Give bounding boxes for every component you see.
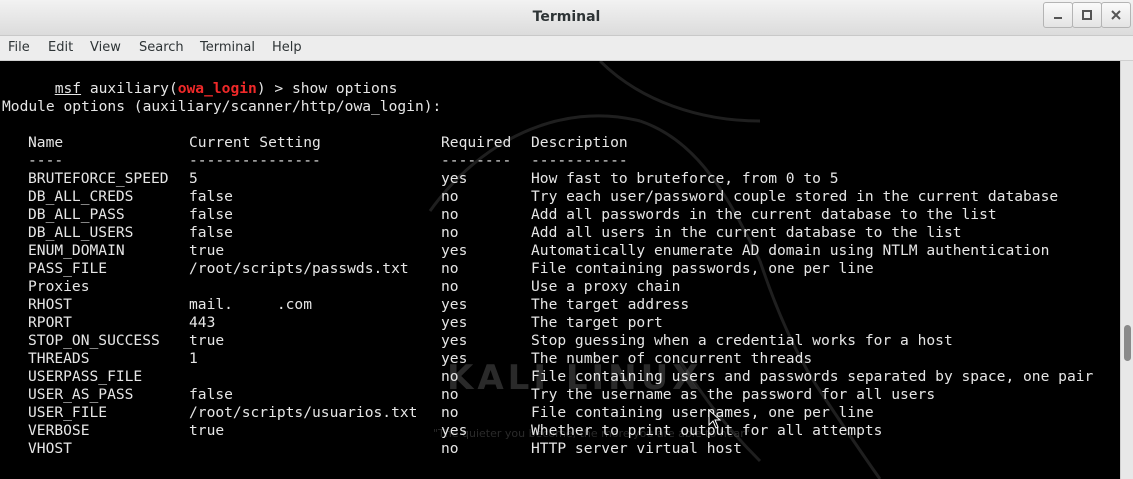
option-required: no xyxy=(441,368,459,385)
menu-edit[interactable]: Edit xyxy=(48,40,73,55)
option-required: no xyxy=(441,260,459,277)
minimize-button[interactable] xyxy=(1043,2,1073,28)
option-required: yes xyxy=(441,296,468,313)
option-setting: true xyxy=(189,422,225,439)
option-name: USER_FILE xyxy=(28,404,108,421)
terminal-window: Terminal File Edit View Search Terminal … xyxy=(0,0,1133,479)
option-description: Try the username as the password for all… xyxy=(531,386,936,403)
option-setting: false xyxy=(189,188,233,205)
minimize-icon xyxy=(1054,17,1062,19)
prompt-suffix: ) > xyxy=(256,80,292,97)
option-name: VERBOSE xyxy=(28,422,90,439)
title-bar[interactable]: Terminal xyxy=(0,0,1133,36)
menu-view[interactable]: View xyxy=(90,40,121,55)
option-required: yes xyxy=(441,350,468,367)
option-name: Proxies xyxy=(28,278,90,295)
prompt-command: show options xyxy=(291,80,398,97)
option-required: no xyxy=(441,440,459,457)
maximize-icon xyxy=(1082,10,1092,20)
menu-terminal[interactable]: Terminal xyxy=(200,40,255,55)
option-required: yes xyxy=(441,242,468,259)
option-setting: /root/scripts/usuarios.txt xyxy=(189,404,418,421)
terminal-output[interactable]: KALI LINUX "The quieter you become, the … xyxy=(0,61,1120,479)
mouse-cursor-icon xyxy=(708,409,722,429)
close-button[interactable] xyxy=(1101,2,1131,28)
option-required: no xyxy=(441,224,459,241)
close-icon xyxy=(1111,10,1121,20)
option-description: The number of concurrent threads xyxy=(531,350,813,367)
option-description: Stop guessing when a credential works fo… xyxy=(531,332,953,349)
option-description: Use a proxy chain xyxy=(531,278,681,295)
option-required: yes xyxy=(441,314,468,331)
option-setting: Current Setting xyxy=(189,134,321,151)
option-setting: false xyxy=(189,206,233,223)
option-description: HTTP server virtual host xyxy=(531,440,742,457)
option-description: The target port xyxy=(531,314,663,331)
option-setting: 1 xyxy=(189,350,198,367)
menu-bar: File Edit View Search Terminal Help xyxy=(0,36,1133,61)
option-name: ---- xyxy=(28,152,64,169)
option-name: ENUM_DOMAIN xyxy=(28,242,125,259)
menu-search[interactable]: Search xyxy=(139,40,184,55)
option-description: Try each user/password couple stored in … xyxy=(531,188,1059,205)
option-required: yes xyxy=(441,422,468,439)
option-description: Whether to print output for all attempts xyxy=(531,422,883,439)
window-title: Terminal xyxy=(532,9,601,25)
option-description: How fast to bruteforce, from 0 to 5 xyxy=(531,170,839,187)
option-setting: /root/scripts/passwds.txt xyxy=(189,260,409,277)
option-required: no xyxy=(441,278,459,295)
option-name: BRUTEFORCE_SPEED xyxy=(28,170,169,187)
option-required: no xyxy=(441,206,459,223)
option-description: The target address xyxy=(531,296,690,313)
prompt-msf: msf xyxy=(54,80,82,97)
option-description: File containing users and passwords sepa… xyxy=(531,368,1094,385)
option-description: File containing usernames, one per line xyxy=(531,404,874,421)
option-name: DB_ALL_USERS xyxy=(28,224,134,241)
option-name: Name xyxy=(28,134,64,151)
option-description: Description xyxy=(531,134,628,151)
menu-help[interactable]: Help xyxy=(272,40,302,55)
option-description: File containing passwords, one per line xyxy=(531,260,874,277)
option-required: yes xyxy=(441,332,468,349)
option-setting: true xyxy=(189,332,225,349)
option-required: no xyxy=(441,386,459,403)
option-required: no xyxy=(441,404,459,421)
option-description: ----------- xyxy=(531,152,628,169)
option-description: Automatically enumerate AD domain using … xyxy=(531,242,1050,259)
prompt-module: owa_login xyxy=(177,80,257,97)
option-name: STOP_ON_SUCCESS xyxy=(28,332,160,349)
option-name: VHOST xyxy=(28,440,72,457)
option-required: no xyxy=(441,188,459,205)
option-required: Required xyxy=(441,134,512,151)
window-controls xyxy=(1043,2,1131,28)
vertical-scrollbar[interactable] xyxy=(1120,61,1133,479)
option-name: THREADS xyxy=(28,350,90,367)
option-setting: 5 xyxy=(189,170,198,187)
option-name: USER_AS_PASS xyxy=(28,386,134,403)
option-description: Add all users in the current database to… xyxy=(531,224,962,241)
option-setting: false xyxy=(189,386,233,403)
option-name: PASS_FILE xyxy=(28,260,108,277)
module-heading: Module options (auxiliary/scanner/http/o… xyxy=(2,98,442,115)
option-setting: 443 xyxy=(189,314,216,331)
option-name: DB_ALL_PASS xyxy=(28,206,125,223)
option-name: RHOST xyxy=(28,296,72,313)
prompt-prefix: auxiliary( xyxy=(81,80,178,97)
option-setting: false xyxy=(189,224,233,241)
scrollbar-thumb[interactable] xyxy=(1124,325,1131,361)
maximize-button[interactable] xyxy=(1072,2,1102,28)
option-setting: --------------- xyxy=(189,152,321,169)
menu-file[interactable]: File xyxy=(8,40,30,55)
option-name: DB_ALL_CREDS xyxy=(28,188,134,205)
option-description: Add all passwords in the current databas… xyxy=(531,206,997,223)
option-name: USERPASS_FILE xyxy=(28,368,143,385)
option-setting: true xyxy=(189,242,225,259)
option-name: RPORT xyxy=(28,314,72,331)
option-setting: mail. .com xyxy=(189,296,313,313)
option-required: -------- xyxy=(441,152,512,169)
option-required: yes xyxy=(441,170,468,187)
prompt-line: msf auxiliary(owa_login) > show options xyxy=(2,62,398,97)
